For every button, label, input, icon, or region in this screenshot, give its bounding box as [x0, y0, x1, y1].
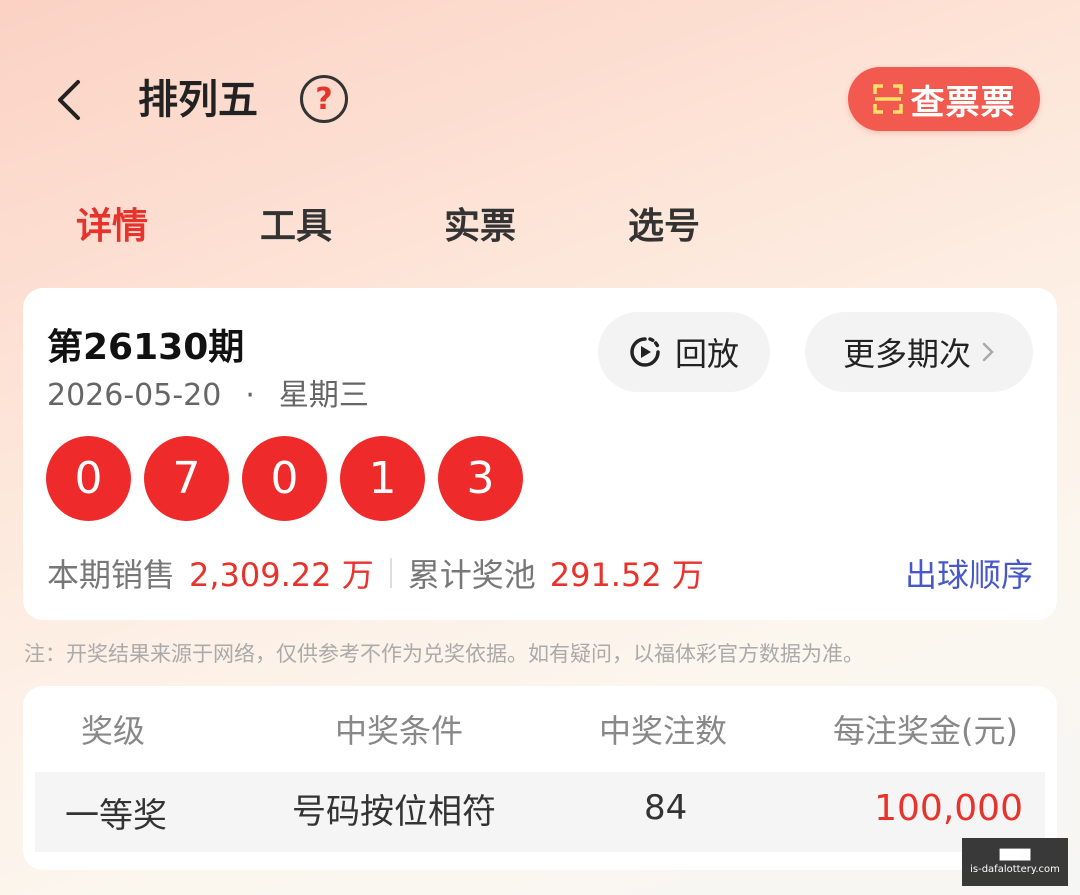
prize-level: 一等奖: [65, 796, 167, 836]
watermark-line-2: is-dafalottery.com: [970, 863, 1060, 875]
disclaimer-note: 注：开奖结果来源于网络，仅供参考不作为兑奖依据。如有疑问，以福体彩官方数据为准。: [24, 642, 864, 666]
replay-label: 回放: [674, 335, 739, 373]
winning-numbers: 0 7 0 1 3: [46, 436, 523, 521]
date-separator: ·: [245, 378, 255, 413]
more-issues-label: 更多期次: [842, 335, 971, 373]
prize-table: 奖级 中奖条件 中奖注数 每注奖金(元) 一等奖 号码按位相符 84 100,0…: [23, 686, 1057, 870]
top-bar: 排列五 ? 查票票: [0, 0, 1080, 190]
tab-details[interactable]: 详情: [76, 195, 148, 259]
draw-date: 2026-05-20: [47, 378, 222, 413]
back-button[interactable]: [44, 70, 94, 130]
draw-weekday: 星期三: [278, 378, 369, 413]
replay-button[interactable]: 回放: [598, 312, 770, 392]
tab-pick-numbers[interactable]: 选号: [628, 195, 700, 259]
chevron-right-icon: [982, 342, 994, 362]
more-issues-button[interactable]: 更多期次: [805, 312, 1033, 392]
draw-result-card: 第26130期 2026-05-20 · 星期三 回放 更多期次 0 7 0 1 3…: [23, 288, 1057, 620]
number-ball: 0: [46, 436, 131, 521]
prize-condition: 号码按位相符: [292, 792, 496, 832]
replay-icon: [630, 337, 660, 367]
number-ball: 3: [438, 436, 523, 521]
header-level: 奖级: [81, 712, 146, 750]
help-icon[interactable]: ?: [300, 75, 348, 123]
check-ticket-button[interactable]: 查票票: [848, 67, 1040, 131]
ball-order-link[interactable]: 出球顺序: [905, 550, 1033, 596]
sales-stats: 本期销售 2,309.22 万 累计奖池 291.52 万: [47, 550, 704, 596]
watermark: ████ is-dafalottery.com: [962, 838, 1068, 886]
number-ball: 0: [242, 436, 327, 521]
header-condition: 中奖条件: [335, 712, 464, 750]
pool-value: 291.52 万: [549, 556, 704, 594]
sales-label: 本期销售: [47, 556, 176, 594]
check-ticket-label: 查票票: [910, 82, 1016, 123]
watermark-line-1: ████: [999, 849, 1031, 861]
table-row: 一等奖 号码按位相符 84 100,000: [35, 772, 1045, 852]
number-ball: 7: [144, 436, 229, 521]
stats-divider: [389, 558, 392, 588]
header-count: 中奖注数: [599, 712, 728, 750]
header-amount: 每注奖金(元): [833, 712, 1018, 750]
tab-real-ticket[interactable]: 实票: [444, 195, 516, 259]
tab-bar: 详情 工具 实票 选号: [0, 195, 1080, 259]
prize-amount: 100,000: [874, 788, 1023, 829]
page-title: 排列五: [138, 77, 258, 123]
prize-count: 84: [644, 788, 688, 828]
sales-value: 2,309.22 万: [189, 556, 374, 594]
draw-date-line: 2026-05-20 · 星期三: [47, 370, 369, 414]
number-ball: 1: [340, 436, 425, 521]
scan-icon: [872, 84, 903, 114]
pool-label: 累计奖池: [407, 556, 536, 594]
tab-tools[interactable]: 工具: [260, 195, 332, 259]
chevron-left-icon: [58, 80, 80, 120]
issue-number: 第26130期: [47, 327, 245, 368]
